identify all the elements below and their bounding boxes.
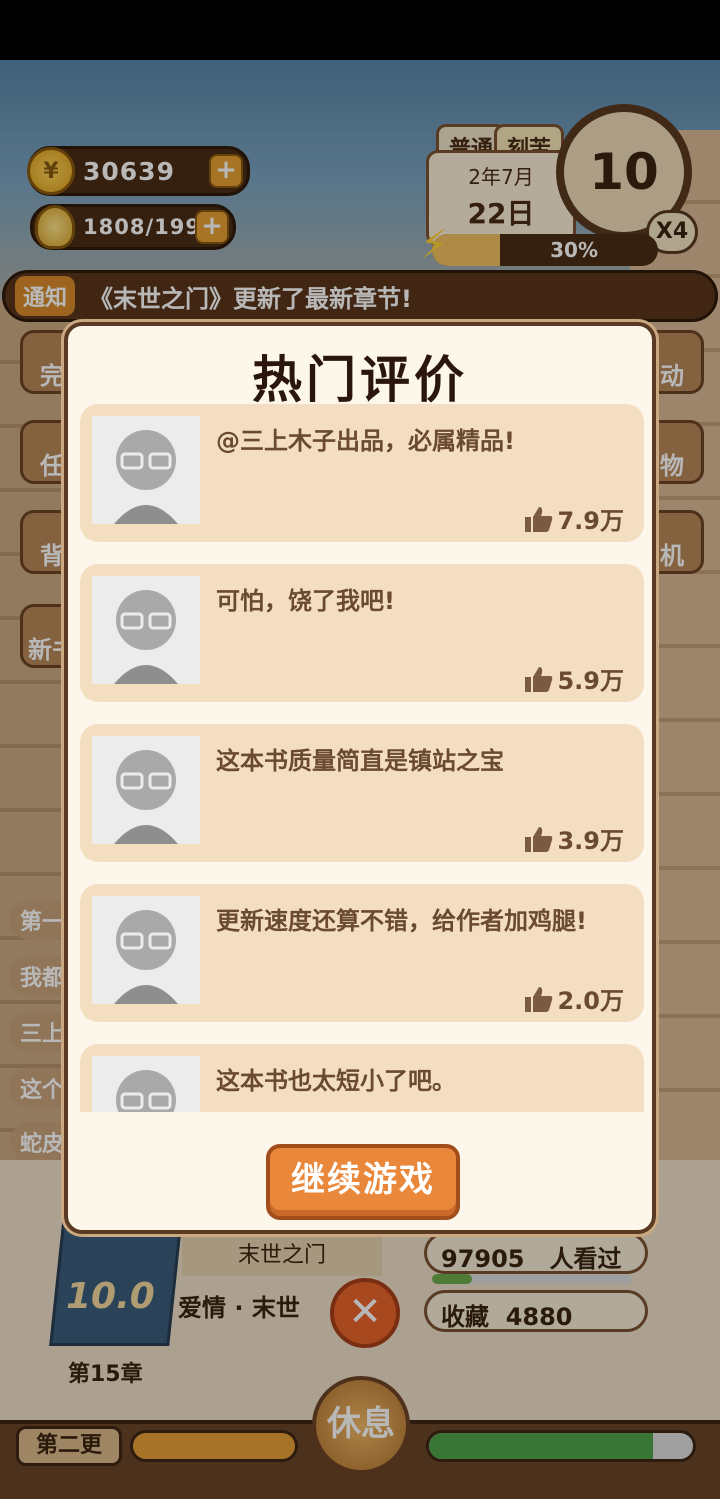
review-text: 可怕，饶了我吧!	[216, 587, 395, 615]
like-count-value: 5.9万	[557, 667, 624, 695]
avatar	[92, 576, 200, 684]
review-card: @三上木子出品，必属精品! 7.9万	[80, 404, 644, 542]
review-list[interactable]: @三上木子出品，必属精品! 7.9万 可怕，饶了我吧! 5.9万 这本书质量简直…	[80, 404, 644, 1112]
review-text: @三上木子出品，必属精品!	[216, 427, 515, 455]
like-count[interactable]: 7.9万	[525, 501, 624, 536]
like-count[interactable]: 5.9万	[525, 661, 624, 696]
thumbs-up-icon	[525, 666, 553, 692]
default-avatar-icon	[92, 416, 200, 524]
like-count-value: 2.0万	[557, 987, 624, 1015]
review-card: 可怕，饶了我吧! 5.9万	[80, 564, 644, 702]
like-count-value: 3.9万	[557, 827, 624, 855]
default-avatar-icon	[92, 1056, 200, 1112]
thumbs-up-icon	[525, 826, 553, 852]
default-avatar-icon	[92, 736, 200, 844]
like-count-value: 7.9万	[557, 507, 624, 535]
default-avatar-icon	[92, 896, 200, 1004]
like-count[interactable]: 2.0万	[525, 981, 624, 1016]
avatar	[92, 416, 200, 524]
review-text: 这本书也太短小了吧。	[216, 1067, 456, 1095]
review-card: 这本书质量简直是镇站之宝 3.9万	[80, 724, 644, 862]
review-text: 更新速度还算不错，给作者加鸡腿!	[216, 907, 587, 935]
review-card: 这本书也太短小了吧。	[80, 1044, 644, 1112]
review-card: 更新速度还算不错，给作者加鸡腿! 2.0万	[80, 884, 644, 1022]
continue-game-button[interactable]: 继续游戏	[266, 1144, 460, 1220]
dialog-title: 热门评价	[252, 351, 468, 409]
avatar	[92, 1056, 200, 1112]
like-count[interactable]: 3.9万	[525, 821, 624, 856]
default-avatar-icon	[92, 576, 200, 684]
hot-reviews-dialog: 热门评价 @三上木子出品，必属精品! 7.9万 可怕，饶了我吧! 5.9万 这本…	[64, 322, 656, 1234]
review-text: 这本书质量简直是镇站之宝	[216, 747, 504, 775]
status-bar	[0, 0, 720, 60]
thumbs-up-icon	[525, 506, 553, 532]
avatar	[92, 896, 200, 1004]
avatar	[92, 736, 200, 844]
thumbs-up-icon	[525, 986, 553, 1012]
